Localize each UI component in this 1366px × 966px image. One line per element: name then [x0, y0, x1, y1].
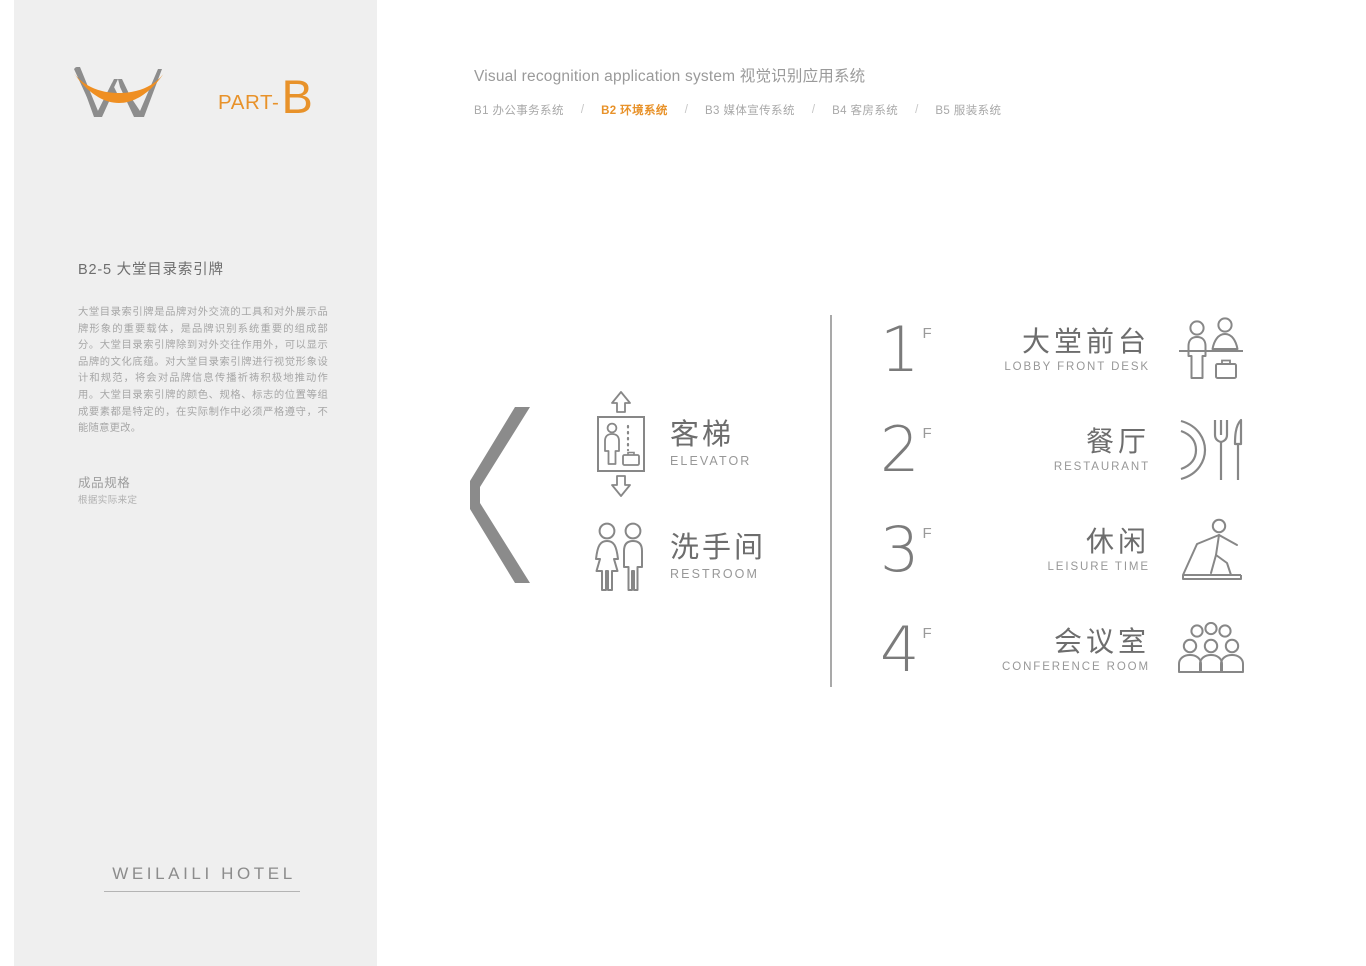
footer-brand: WEILAILI HOTEL	[104, 864, 304, 892]
floor-suffix: F	[922, 624, 933, 642]
nav-item-b1[interactable]: B1 办公事务系统	[474, 102, 564, 118]
sign-label-cn: 客梯	[670, 418, 735, 451]
floor-number: 4	[880, 612, 920, 686]
description-text: 大堂目录索引牌是品牌对外交流的工具和对外展示品牌形象的重要载体，是品牌识别系统重…	[78, 307, 328, 435]
floor-label-en: CONFERENCE ROOM	[1002, 660, 1150, 673]
chevron-left-arrow-icon	[470, 405, 540, 585]
floor-row-1: 1 F 大堂前台 LOBBY FRONT DESK	[880, 300, 1250, 400]
floor-suffix: F	[922, 324, 933, 342]
floor-number-wrap: 3 F	[880, 512, 966, 586]
floor-label-4: 会议室 CONFERENCE ROOM	[966, 626, 1172, 673]
floor-suffix: F	[922, 524, 933, 542]
page-title: B2-5 大堂目录索引牌	[78, 262, 224, 278]
footer-brand-name: WEILAILI HOTEL	[112, 864, 296, 883]
floor-row-4: 4 F 会议室 CONFERENCE ROOM	[880, 600, 1250, 700]
group-people-icon	[1172, 622, 1250, 678]
floor-number: 1	[880, 312, 920, 386]
front-desk-icon	[1172, 316, 1250, 384]
cutlery-icon	[1172, 418, 1250, 482]
sign-label-en: ELEVATOR	[670, 454, 752, 469]
part-word: PART-	[218, 91, 280, 114]
floor-label-1: 大堂前台 LOBBY FRONT DESK	[966, 326, 1172, 373]
floor-label-en: LEISURE TIME	[1047, 560, 1150, 573]
elevator-icon	[590, 390, 652, 498]
nav-item-b3[interactable]: B3 媒体宣传系统	[705, 102, 795, 118]
header-title: Visual recognition application system 视觉…	[474, 68, 866, 85]
treadmill-icon	[1172, 517, 1250, 583]
sign-label-en: RESTROOM	[670, 567, 760, 582]
header: Visual recognition application system 视觉…	[474, 64, 1174, 118]
sign-vertical-divider	[830, 315, 832, 687]
floor-row-3: 3 F 休闲 LEISURE TIME	[880, 500, 1250, 600]
floor-label-cn: 餐厅	[1085, 426, 1150, 458]
w-swoosh-logo-icon	[72, 61, 184, 123]
nav-separator: /	[580, 104, 585, 116]
restroom-icon	[590, 520, 652, 594]
sign-text-elevator: 客梯 ELEVATOR	[670, 418, 752, 469]
floor-row-2: 2 F 餐厅 RESTAURANT	[880, 400, 1250, 500]
spec-value: 根据实际来定	[78, 495, 138, 506]
floor-label-en: RESTAURANT	[1053, 460, 1150, 473]
part-label: PART- B	[218, 69, 313, 120]
section-nav: B1 办公事务系统 / B2 环境系统 / B3 媒体宣传系统 / B4 客房系…	[474, 102, 1174, 118]
floor-number: 2	[880, 412, 920, 486]
nav-item-b4[interactable]: B4 客房系统	[832, 102, 898, 118]
floor-label-en: LOBBY FRONT DESK	[1004, 360, 1150, 373]
floor-label-2: 餐厅 RESTAURANT	[966, 426, 1172, 473]
spec-label: 成品规格	[78, 476, 131, 490]
nav-separator: /	[684, 104, 688, 116]
sign-label-cn: 洗手间	[670, 531, 767, 564]
floor-number-wrap: 4 F	[880, 612, 966, 686]
floor-label-cn: 休闲	[1085, 526, 1150, 558]
floor-label-3: 休闲 LEISURE TIME	[966, 526, 1172, 573]
floor-label-cn: 会议室	[1053, 626, 1150, 658]
nav-item-b2[interactable]: B2 环境系统	[601, 102, 668, 118]
floor-number: 3	[880, 512, 920, 586]
sign-row-restroom: 洗手间 RESTROOM	[590, 520, 820, 594]
floor-label-cn: 大堂前台	[1021, 326, 1150, 358]
sign-text-restroom: 洗手间 RESTROOM	[670, 531, 767, 582]
lobby-directory-sign: 客梯 ELEVATOR 洗手间 RESTROOM 1 F 大堂前台 LOBBY …	[460, 290, 1260, 710]
sign-row-elevator: 客梯 ELEVATOR	[590, 390, 820, 498]
floor-number-wrap: 1 F	[880, 312, 966, 386]
nav-separator: /	[915, 104, 919, 116]
floor-suffix: F	[922, 424, 933, 442]
part-letter: B	[281, 70, 313, 123]
floor-directory-list: 1 F 大堂前台 LOBBY FRONT DESK 2 F 餐厅 RESTAUR…	[880, 300, 1250, 700]
left-info-panel: PART- B B2-5 大堂目录索引牌 大堂目录索引牌是品牌对外交流的工具和对…	[14, 0, 377, 966]
footer-divider	[104, 891, 300, 892]
nav-item-b5[interactable]: B5 服装系统	[935, 102, 1001, 118]
nav-separator: /	[811, 104, 816, 116]
brand-block: PART- B	[72, 55, 352, 135]
sign-left-column: 客梯 ELEVATOR 洗手间 RESTROOM	[590, 390, 820, 594]
floor-number-wrap: 2 F	[880, 412, 966, 486]
